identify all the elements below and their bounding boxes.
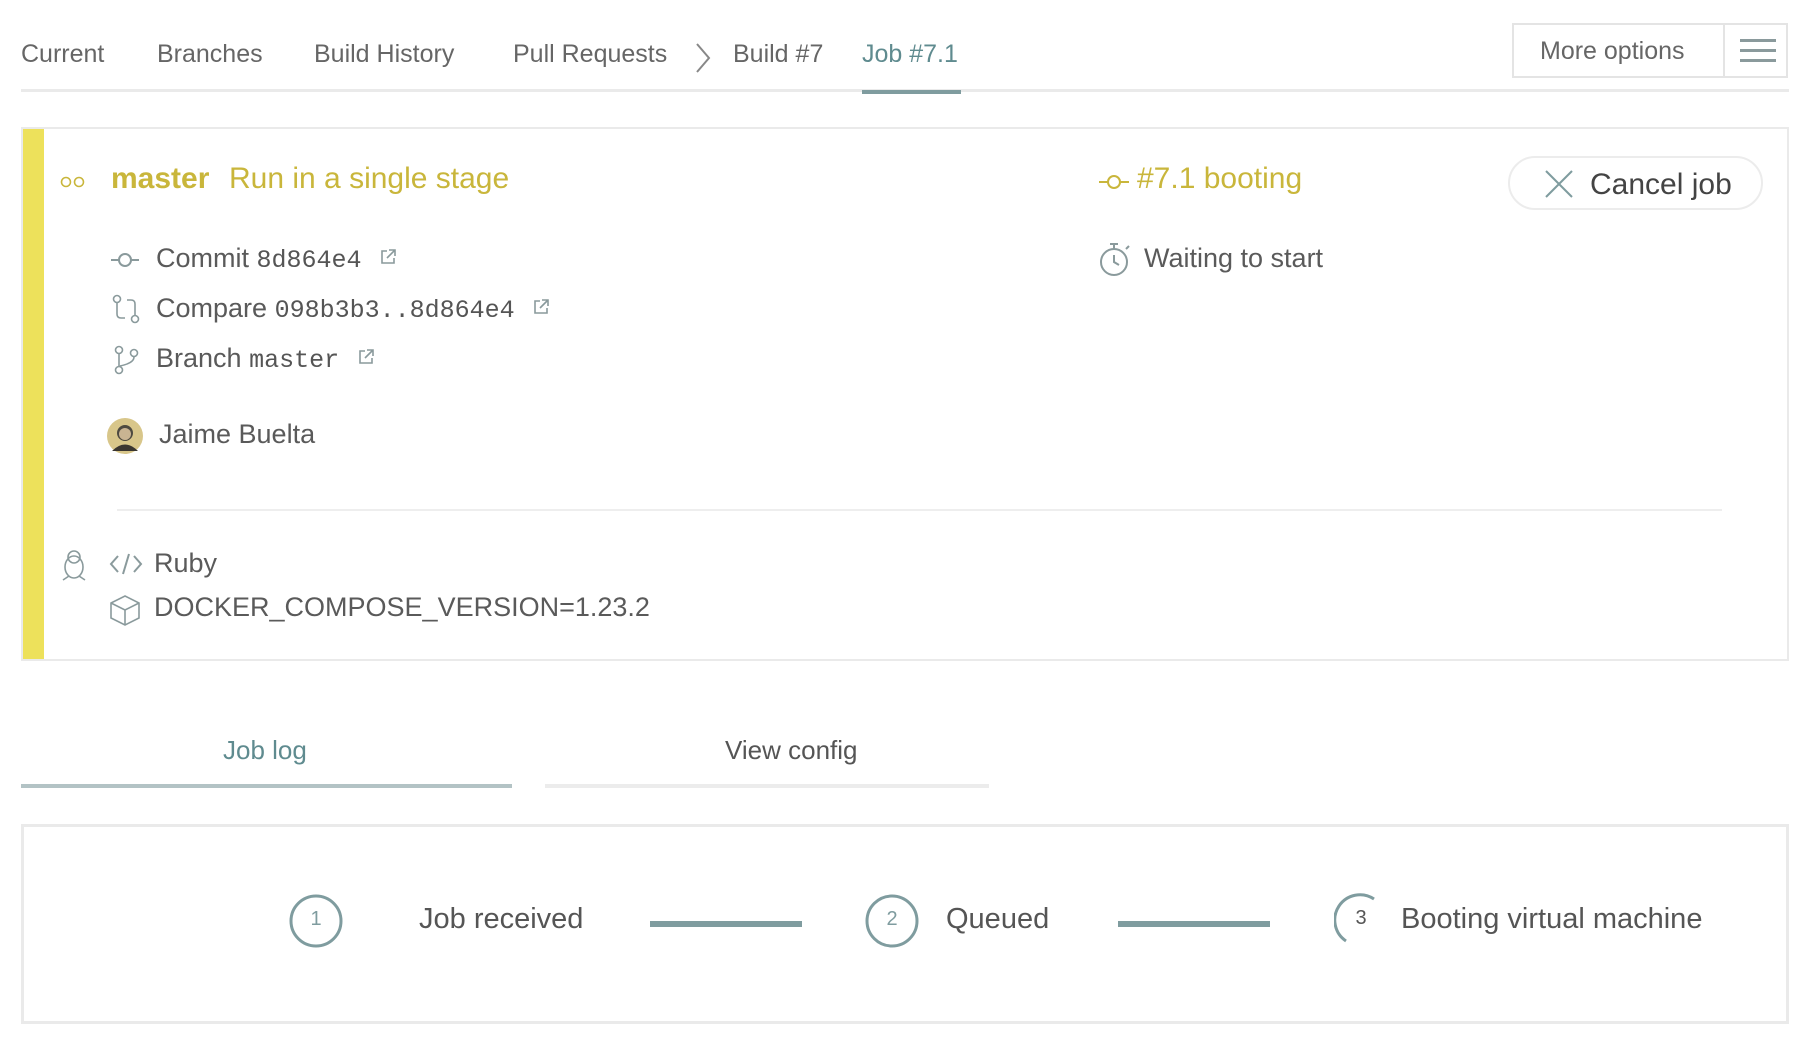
- step-3-number: 3: [1355, 907, 1367, 929]
- job-env: DOCKER_COMPOSE_VERSION=1.23.2: [154, 592, 650, 622]
- compare-label: Compare: [156, 293, 268, 323]
- job-state: Waiting to start: [1144, 243, 1324, 273]
- compare-row[interactable]: Compare 098b3b3..8d864e4: [156, 293, 550, 325]
- stopwatch-icon: [1100, 243, 1130, 276]
- external-link-icon: [381, 249, 396, 264]
- tab-view-config-indicator: [545, 784, 989, 788]
- tab-build-history[interactable]: Build History: [314, 40, 454, 69]
- more-options-button[interactable]: More options: [1512, 23, 1788, 78]
- linux-icon: [62, 550, 86, 581]
- commit-sha[interactable]: 8d864e4: [257, 246, 362, 275]
- job-language: Ruby: [154, 548, 218, 578]
- branch-row[interactable]: Branch master: [156, 343, 375, 375]
- step-2-number: 2: [886, 908, 898, 930]
- tab-view-config[interactable]: View config: [725, 735, 858, 766]
- branch-icon: [114, 345, 139, 375]
- chevron-right-icon: [696, 43, 711, 73]
- compare-range[interactable]: 098b3b3..8d864e4: [275, 296, 515, 325]
- step-2-label: Queued: [946, 903, 1050, 935]
- hamburger-menu-icon: [1740, 39, 1776, 63]
- compare-icon: [112, 294, 140, 324]
- commit-row[interactable]: Commit 8d864e4: [156, 243, 397, 275]
- job-status: #7.1 booting: [1137, 162, 1303, 195]
- branch-name[interactable]: master: [249, 346, 339, 375]
- tab-current[interactable]: Current: [21, 40, 104, 69]
- avatar: [107, 418, 143, 454]
- more-options-label: More options: [1540, 37, 1685, 65]
- tab-build[interactable]: Build #7: [733, 40, 823, 69]
- tab-job-log[interactable]: Job log: [223, 735, 307, 766]
- tab-job[interactable]: Job #7.1: [862, 40, 958, 69]
- status-stripe: [23, 129, 44, 659]
- tab-branches[interactable]: Branches: [157, 40, 263, 69]
- package-icon: [110, 595, 140, 626]
- more-options-divider: [1723, 25, 1725, 76]
- step-connector-2: [1118, 921, 1270, 927]
- close-icon: [1545, 170, 1573, 198]
- commit-label: Commit: [156, 243, 249, 273]
- step-1-number: 1: [310, 908, 322, 930]
- tab-job-log-indicator: [21, 784, 512, 788]
- tab-pull-requests[interactable]: Pull Requests: [513, 40, 667, 69]
- author-name[interactable]: Jaime Buelta: [159, 419, 315, 450]
- step-1-label: Job received: [419, 903, 584, 935]
- card-divider: [117, 509, 1722, 511]
- active-tab-indicator: [862, 90, 961, 94]
- cancel-job-button[interactable]: Cancel job: [1508, 156, 1763, 210]
- job-commit-message: Run in a single stage: [229, 162, 510, 195]
- commit-icon: [111, 253, 139, 267]
- commit-status-icon: [1099, 175, 1129, 189]
- code-icon: [109, 553, 143, 575]
- branch-label: Branch: [156, 343, 242, 373]
- cancel-job-label: Cancel job: [1590, 168, 1732, 201]
- step-3-label: Booting virtual machine: [1401, 903, 1703, 935]
- step-connector-1: [650, 921, 802, 927]
- build-state-icon: [60, 176, 85, 188]
- external-link-icon: [358, 349, 374, 364]
- job-branch[interactable]: master: [111, 162, 209, 196]
- external-link-icon: [534, 299, 549, 314]
